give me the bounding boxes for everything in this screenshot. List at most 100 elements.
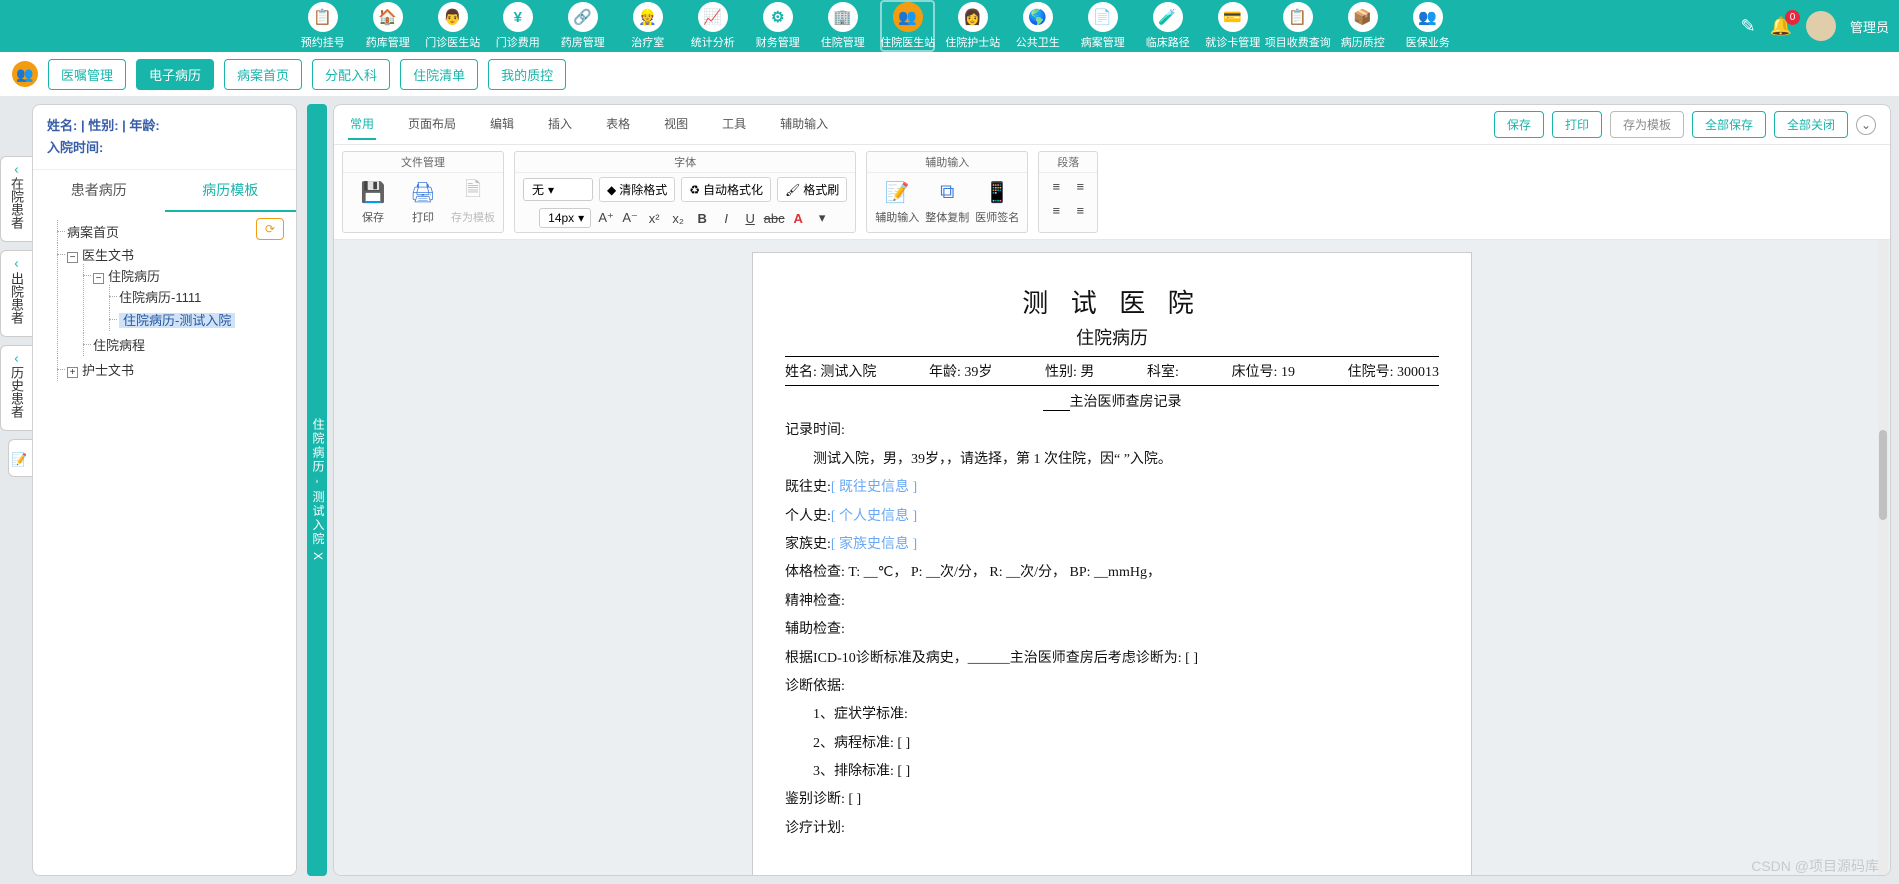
topnav-统计分析[interactable]: 📈统计分析	[685, 0, 740, 52]
align-right-icon[interactable]: ≡	[1047, 201, 1065, 219]
doc-l4[interactable]: 个人史:[ 个人史信息 ]	[785, 506, 1439, 528]
canvas-scrollbar[interactable]	[1878, 240, 1888, 875]
bold-icon[interactable]: B	[693, 209, 711, 227]
topnav-病案管理[interactable]: 📄病案管理	[1075, 0, 1130, 52]
italic-icon[interactable]: I	[717, 209, 735, 227]
save-button[interactable]: 保存	[1494, 111, 1544, 138]
topnav-医保业务[interactable]: 👥医保业务	[1400, 0, 1455, 52]
topnav-住院医生站[interactable]: 👥住院医生站	[880, 0, 935, 52]
superscript-icon[interactable]: x²	[645, 209, 663, 227]
tab-patient-record[interactable]: 患者病历	[33, 170, 165, 212]
savetpl-button[interactable]: 存为模板	[1610, 111, 1684, 138]
aux-sign[interactable]: 📱医师签名	[975, 177, 1019, 225]
subtab-电子病历[interactable]: 电子病历	[136, 59, 214, 90]
font-color-icon[interactable]: A	[789, 209, 807, 227]
tree-root-firstpage[interactable]: 病案首页	[57, 220, 288, 243]
tree-root-doctor[interactable]: −医生文书 −住院病历 住院病历-1111 住院病历-测试入院 住院病程	[57, 243, 288, 358]
print-button[interactable]: 打印	[1552, 111, 1602, 138]
topnav-住院护士站[interactable]: 👩住院护士站	[945, 0, 1000, 52]
doc-l11[interactable]: 1、症状学标准:	[785, 704, 1439, 726]
doc-l5[interactable]: 家族史:[ 家族史信息 ]	[785, 534, 1439, 556]
tree-root-nurse[interactable]: +护士文书	[57, 358, 288, 381]
saveall-button[interactable]: 全部保存	[1692, 111, 1766, 138]
vt-out-hospital[interactable]: 出院患者	[0, 250, 32, 336]
underline-icon[interactable]: U	[741, 209, 759, 227]
bg-color-icon[interactable]: ▾	[813, 209, 831, 227]
align-center-icon[interactable]: ≡	[1071, 177, 1089, 195]
collapse-toolbar-icon[interactable]: ⌄	[1856, 115, 1876, 135]
clear-format[interactable]: ◆ 清除格式	[599, 177, 675, 202]
aux-input[interactable]: 📝辅助输入	[875, 177, 919, 225]
topnav-公共卫生[interactable]: 🌎公共卫生	[1010, 0, 1065, 52]
doc-l1[interactable]: 记录时间:	[785, 420, 1439, 442]
doc-l15[interactable]: 诊疗计划:	[785, 818, 1439, 840]
topnav-临床路径[interactable]: 🧪临床路径	[1140, 0, 1195, 52]
align-left-icon[interactable]: ≡	[1047, 177, 1065, 195]
auto-format[interactable]: ♻ 自动格式化	[681, 177, 771, 202]
toggle-icon[interactable]: −	[67, 252, 78, 263]
doc-l9[interactable]: 根据ICD-10诊断标准及病史，______主治医师查房后考虑诊断为: [ ]	[785, 648, 1439, 670]
tab-template[interactable]: 病历模板	[165, 170, 297, 212]
subtab-医嘱管理[interactable]: 医嘱管理	[48, 59, 126, 90]
toggle-icon[interactable]: −	[93, 273, 104, 284]
strike-icon[interactable]: abc	[765, 209, 783, 227]
topnav-项目收费查询[interactable]: 📋项目收费查询	[1270, 0, 1325, 52]
doc-l13[interactable]: 3、排除标准: [ ]	[785, 761, 1439, 783]
doc-l2[interactable]: 测试入院，男，39岁，，请选择，第 1 次住院，因“ ”入院。	[785, 449, 1439, 471]
closeall-button[interactable]: 全部关闭	[1774, 111, 1848, 138]
editor-menu-插入[interactable]: 插入	[546, 109, 574, 140]
doc-l14[interactable]: 鉴别诊断: [ ]	[785, 789, 1439, 811]
bell-icon[interactable]: 🔔0	[1770, 16, 1792, 37]
doc-l3[interactable]: 既往史:[ 既往史信息 ]	[785, 477, 1439, 499]
page-canvas[interactable]: 测 试 医 院 住院病历 姓名: 测试入院 年龄: 39岁 性别: 男 科室: …	[334, 240, 1890, 875]
font-size-select[interactable]: 14px▾	[539, 208, 591, 228]
editor-menu-页面布局[interactable]: 页面布局	[406, 109, 458, 140]
editor-menu-辅助输入[interactable]: 辅助输入	[778, 109, 830, 140]
file-savetpl[interactable]: 🗎存为模板	[451, 177, 495, 225]
editor-menu-常用[interactable]: 常用	[348, 109, 376, 140]
edit-icon[interactable]: ✎	[1740, 16, 1755, 37]
font-family-select[interactable]: 无▾	[523, 178, 593, 201]
font-shrink-icon[interactable]: A⁻	[621, 209, 639, 227]
topnav-药房管理[interactable]: 🔗药房管理	[555, 0, 610, 52]
topnav-药库管理[interactable]: 🏠药库管理	[360, 0, 415, 52]
vt-history[interactable]: 历史患者	[0, 345, 32, 431]
aux-copy[interactable]: ⧉整体复制	[925, 177, 969, 225]
align-justify-icon[interactable]: ≡	[1071, 201, 1089, 219]
topnav-门诊费用[interactable]: ¥门诊费用	[490, 0, 545, 52]
topnav-病历质控[interactable]: 📦病历质控	[1335, 0, 1390, 52]
topnav-门诊医生站[interactable]: 👨门诊医生站	[425, 0, 480, 52]
editor-menu-编辑[interactable]: 编辑	[488, 109, 516, 140]
doc-l12[interactable]: 2、病程标准: [ ]	[785, 733, 1439, 755]
editor-menu-表格[interactable]: 表格	[604, 109, 632, 140]
file-save[interactable]: 💾保存	[351, 177, 395, 225]
patient-switch-icon[interactable]: 👥	[12, 61, 38, 87]
doc-l7[interactable]: 精神检查:	[785, 591, 1439, 613]
tree-node-zybl[interactable]: −住院病历 住院病历-1111 住院病历-测试入院	[83, 264, 288, 333]
editor-menu-视图[interactable]: 视图	[662, 109, 690, 140]
font-grow-icon[interactable]: A⁺	[597, 209, 615, 227]
topnav-财务管理[interactable]: ⚙财务管理	[750, 0, 805, 52]
topnav-预约挂号[interactable]: 📋预约挂号	[295, 0, 350, 52]
subscript-icon[interactable]: x₂	[669, 209, 687, 227]
doc-l10[interactable]: 诊断依据:	[785, 676, 1439, 698]
doc-l6[interactable]: 体格检查: T: __℃， P: __次/分， R: __次/分， BP: __…	[785, 562, 1439, 584]
tree-node-test[interactable]: 住院病历-测试入院	[109, 308, 288, 331]
scrollbar-thumb[interactable]	[1879, 430, 1887, 520]
vt-in-hospital[interactable]: 在院患者	[0, 156, 32, 242]
subtab-住院清单[interactable]: 住院清单	[400, 59, 478, 90]
subtab-分配入科[interactable]: 分配入科	[312, 59, 390, 90]
document-page[interactable]: 测 试 医 院 住院病历 姓名: 测试入院 年龄: 39岁 性别: 男 科室: …	[752, 252, 1472, 875]
vt-doc-icon[interactable]: 📝	[8, 439, 32, 477]
tree-node-proc[interactable]: 住院病程	[83, 333, 288, 356]
doc-title-strip[interactable]: 住院病历 - 测试入院 X	[307, 104, 327, 876]
topnav-治疗室[interactable]: 👷治疗室	[620, 0, 675, 52]
topnav-住院管理[interactable]: 🏢住院管理	[815, 0, 870, 52]
tree-node-1111[interactable]: 住院病历-1111	[109, 285, 288, 308]
doc-l8[interactable]: 辅助检查:	[785, 619, 1439, 641]
topnav-就诊卡管理[interactable]: 💳就诊卡管理	[1205, 0, 1260, 52]
avatar[interactable]	[1806, 11, 1836, 41]
toggle-icon[interactable]: +	[67, 367, 78, 378]
subtab-病案首页[interactable]: 病案首页	[224, 59, 302, 90]
file-print[interactable]: 🖨打印	[401, 177, 445, 225]
